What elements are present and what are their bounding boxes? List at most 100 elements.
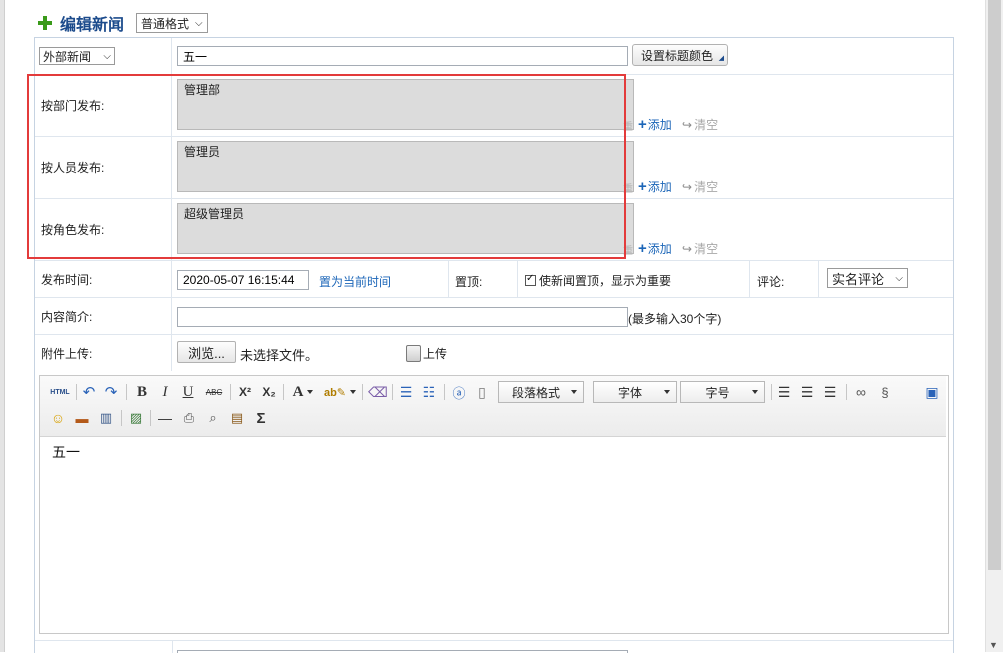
comment-select-value: 实名评论 bbox=[832, 271, 885, 287]
vertical-scrollbar[interactable]: ▼ bbox=[985, 0, 1003, 652]
font-color-icon: A bbox=[292, 383, 304, 400]
font-size-value: 字号 bbox=[705, 385, 730, 400]
cell-divider bbox=[172, 640, 173, 653]
highlight-box bbox=[27, 74, 626, 259]
font-size-select[interactable]: 字号 bbox=[680, 381, 765, 403]
upload-link[interactable]: 上传 bbox=[406, 345, 447, 362]
comment-select[interactable]: 实名评论 ⌵ bbox=[827, 268, 908, 288]
page-title: 编辑新闻 bbox=[60, 17, 125, 34]
person-clear-link[interactable]: ↪ 清空 bbox=[682, 178, 718, 195]
align-left-icon[interactable]: ☰ bbox=[775, 382, 793, 402]
subscript-button[interactable]: X₂ bbox=[259, 382, 279, 402]
summary-input[interactable] bbox=[177, 307, 628, 327]
chevron-down-icon: ⌵ bbox=[195, 17, 203, 29]
attachment-label: 附件上传: bbox=[35, 335, 172, 371]
person-add-link[interactable]: + 添加 bbox=[638, 178, 672, 195]
cell-divider bbox=[517, 261, 518, 297]
search-icon[interactable]: ⌕ bbox=[204, 408, 222, 428]
upload-icon bbox=[406, 345, 421, 362]
add-label: 添加 bbox=[647, 118, 672, 132]
editor-content[interactable]: 五一 bbox=[52, 442, 80, 462]
new-document-icon[interactable]: ▯ bbox=[473, 382, 491, 402]
chevron-down-icon bbox=[571, 390, 577, 394]
align-center-icon[interactable]: ☰ bbox=[798, 382, 816, 402]
add-icon bbox=[38, 16, 52, 30]
toolbar-separator bbox=[771, 384, 772, 400]
browse-button[interactable]: 浏览... bbox=[177, 341, 236, 363]
toolbar-separator bbox=[150, 410, 151, 426]
category-select[interactable]: 外部新闻 ⌵ bbox=[39, 47, 115, 65]
redo-icon[interactable]: ↷ bbox=[102, 382, 120, 402]
strikethrough-button[interactable]: ABC bbox=[203, 382, 225, 402]
title-color-button[interactable]: 设置标题颜色 ◢ bbox=[632, 44, 728, 66]
bold-button[interactable]: B bbox=[134, 382, 150, 402]
toolbar-separator bbox=[392, 384, 393, 400]
toolbar-separator bbox=[362, 384, 363, 400]
chevron-down-icon bbox=[752, 390, 758, 394]
clear-label: 清空 bbox=[694, 242, 719, 256]
undo-icon[interactable]: ↶ bbox=[80, 382, 98, 402]
paragraph-format-select[interactable]: 段落格式 bbox=[498, 381, 584, 403]
print-icon[interactable]: ⎙ bbox=[180, 408, 198, 428]
chevron-down-icon: ⌵ bbox=[895, 272, 903, 284]
highlight-button[interactable]: ab✎ bbox=[323, 382, 357, 402]
eraser-icon[interactable]: ⌫ bbox=[368, 382, 388, 402]
rich-text-editor: HTML ↶ ↷ B I U ABC X² X₂ A ab✎ ⌫ ☰ ☷ ⓐ ▯… bbox=[39, 375, 949, 634]
preview-screen-icon[interactable]: ▣ bbox=[923, 382, 941, 402]
pin-checkbox-text: 使新闻置顶，显示为重要 bbox=[539, 274, 672, 288]
toolbar-separator bbox=[230, 384, 231, 400]
summary-hint: (最多输入30个字) bbox=[628, 312, 722, 326]
publish-time-input[interactable] bbox=[177, 270, 309, 290]
header: 编辑新闻 普通格式 ⌵ bbox=[38, 12, 208, 34]
corner-triangle-icon: ◢ bbox=[718, 55, 724, 62]
pin-checkbox-group[interactable]: 使新闻置顶，显示为重要 bbox=[525, 272, 671, 289]
html-source-button[interactable]: HTML bbox=[48, 382, 72, 402]
superscript-button[interactable]: X² bbox=[235, 382, 255, 402]
clear-label: 清空 bbox=[694, 180, 719, 194]
role-clear-link[interactable]: ↪ 清空 bbox=[682, 240, 718, 257]
emoticon-icon[interactable]: ☺ bbox=[49, 408, 67, 428]
department-add-link[interactable]: + 添加 bbox=[638, 116, 672, 133]
image-icon[interactable]: ▬ bbox=[73, 408, 91, 428]
publish-time-row: 发布时间: 置为当前时间 置顶: 使新闻置顶，显示为重要 评论: 实名评论 ⌵ bbox=[35, 261, 953, 298]
video-icon[interactable]: ▥ bbox=[97, 408, 115, 428]
italic-button[interactable]: I bbox=[157, 382, 173, 402]
attachment-row: 附件上传: 浏览... 未选择文件。 上传 bbox=[35, 335, 953, 371]
paragraph-format-value: 段落格式 bbox=[511, 385, 560, 400]
font-family-select[interactable]: 字体 bbox=[593, 381, 677, 403]
scrollbar-thumb[interactable] bbox=[988, 0, 1001, 570]
format-select[interactable]: 普通格式 ⌵ bbox=[136, 13, 208, 33]
title-input[interactable] bbox=[177, 46, 628, 66]
set-current-time-link[interactable]: 置为当前时间 bbox=[319, 273, 391, 290]
add-label: 添加 bbox=[647, 242, 672, 256]
paste-icon[interactable]: ▤ bbox=[228, 408, 246, 428]
department-clear-link[interactable]: ↪ 清空 bbox=[682, 116, 718, 133]
scroll-down-arrow-icon[interactable]: ▼ bbox=[989, 640, 998, 650]
toolbar-separator bbox=[126, 384, 127, 400]
formula-button[interactable]: Σ bbox=[252, 408, 270, 428]
category-select-value: 外部新闻 bbox=[43, 49, 92, 64]
link-icon[interactable]: ∞ bbox=[852, 382, 870, 402]
plus-icon: + bbox=[638, 239, 647, 257]
insert-image-icon[interactable]: ▨ bbox=[127, 408, 145, 428]
role-add-link[interactable]: + 添加 bbox=[638, 240, 672, 257]
toolbar-separator bbox=[283, 384, 284, 400]
unlink-icon[interactable]: § bbox=[876, 382, 894, 402]
font-color-button[interactable]: A bbox=[290, 382, 316, 402]
summary-label: 内容简介: bbox=[35, 298, 172, 334]
clear-arrow-icon: ↪ bbox=[682, 179, 693, 194]
page-left-edge bbox=[0, 0, 5, 652]
editor-toolbar: HTML ↶ ↷ B I U ABC X² X₂ A ab✎ ⌫ ☰ ☷ ⓐ ▯… bbox=[40, 376, 946, 437]
toolbar-separator bbox=[444, 384, 445, 400]
pin-checkbox[interactable] bbox=[525, 273, 536, 286]
horizontal-rule-icon[interactable]: — bbox=[156, 408, 174, 428]
ordered-list-icon[interactable]: ☰ bbox=[397, 382, 415, 402]
format-select-value: 普通格式 bbox=[141, 16, 190, 31]
toolbar-separator bbox=[846, 384, 847, 400]
anchor-icon[interactable]: ⓐ bbox=[450, 382, 468, 402]
align-right-icon[interactable]: ☰ bbox=[821, 382, 839, 402]
unordered-list-icon[interactable]: ☷ bbox=[420, 382, 438, 402]
toolbar-separator bbox=[76, 384, 77, 400]
underline-button[interactable]: U bbox=[180, 382, 196, 402]
toolbar-separator bbox=[121, 410, 122, 426]
